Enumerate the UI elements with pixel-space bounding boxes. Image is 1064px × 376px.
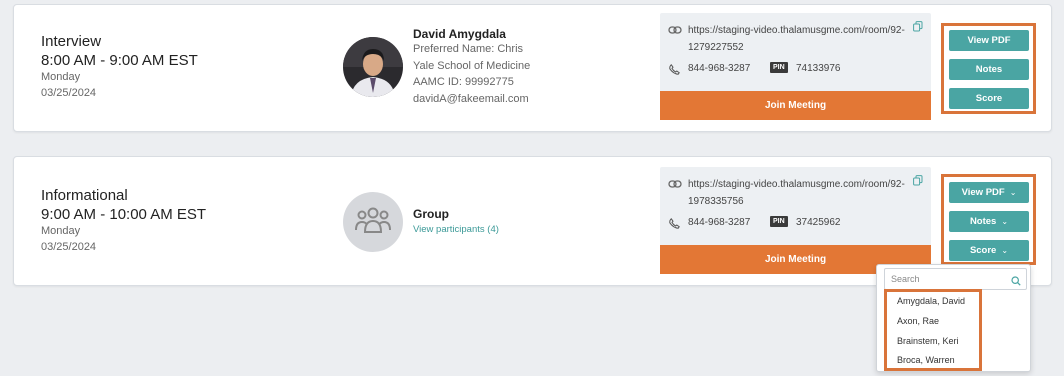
meeting-url[interactable]: https://staging-video.thalamusgme.com/ro… [688,176,908,210]
phone-icon [669,216,680,234]
copy-icon[interactable] [913,173,923,191]
meeting-phone: 844-968-3287 [688,63,751,74]
notes-label: Notes [969,216,997,227]
view-pdf-button[interactable]: View PDF [949,30,1029,51]
interview-type: Interview [41,33,102,50]
join-meeting-button[interactable]: Join Meeting [660,91,931,120]
score-button[interactable]: Score [949,88,1029,109]
participant-option[interactable]: Amygdala, David [897,296,965,306]
link-icon [668,176,682,194]
meeting-url[interactable]: https://staging-video.thalamusgme.com/ro… [688,22,908,56]
participant-option[interactable]: Axon, Rae [897,316,939,326]
participant-avatar [343,37,403,97]
action-buttons-highlight: View PDF Notes Score [941,23,1036,114]
phone-icon [669,62,680,80]
interview-time: 8:00 AM - 9:00 AM EST [41,52,198,69]
meeting-panel: https://staging-video.thalamusgme.com/ro… [660,167,931,274]
action-buttons-highlight: View PDF ⌄ Notes ⌄ Score ⌄ [941,174,1036,265]
participant-name: David Amygdala [413,27,506,41]
participant-option[interactable]: Brainstem, Keri [897,336,959,346]
chevron-down-icon: ⌄ [1009,188,1017,197]
view-pdf-label: View PDF [961,187,1005,198]
informational-date: 03/25/2024 [41,241,97,253]
participant-search-input[interactable] [884,268,1027,290]
meeting-pin: 74133976 [796,63,841,74]
informational-type: Informational [41,187,128,204]
preferred-name: Preferred Name: Chris [413,43,524,55]
pin-badge: PIN [770,216,788,227]
meeting-pin: 37425962 [796,217,841,228]
copy-icon[interactable] [913,19,923,37]
participant-option[interactable]: Broca, Warren [897,355,955,365]
meeting-phone: 844-968-3287 [688,217,751,228]
interview-date: 03/25/2024 [41,87,97,99]
search-icon [1011,273,1021,291]
view-pdf-button[interactable]: View PDF ⌄ [949,182,1029,203]
notes-button[interactable]: Notes [949,59,1029,80]
aamc-id: AAMC ID: 99992775 [413,76,514,88]
school-name: Yale School of Medicine [413,60,531,72]
score-label: Score [975,93,1003,104]
view-participants-link[interactable]: View participants (4) [413,224,499,235]
interview-card: Interview 8:00 AM - 9:00 AM EST Monday 0… [13,4,1052,132]
participant-list-highlight: Amygdala, David Axon, Rae Brainstem, Ker… [884,289,982,371]
interview-day: Monday [41,71,81,83]
link-icon [668,22,682,40]
informational-day: Monday [41,225,81,237]
group-icon [354,205,392,240]
participant-email: davidA@fakeemail.com [413,93,529,105]
chevron-down-icon: ⌄ [1001,217,1009,226]
informational-time: 9:00 AM - 10:00 AM EST [41,206,207,223]
pin-badge: PIN [770,62,788,73]
score-button[interactable]: Score ⌄ [949,240,1029,261]
notes-button[interactable]: Notes ⌄ [949,211,1029,232]
group-avatar [343,192,403,252]
score-label: Score [969,245,997,256]
chevron-down-icon: ⌄ [1001,246,1009,255]
group-label: Group [413,207,449,221]
meeting-panel: https://staging-video.thalamusgme.com/ro… [660,13,931,120]
notes-label: Notes [975,64,1003,75]
view-pdf-label: View PDF [967,35,1011,46]
score-dropdown: Amygdala, David Axon, Rae Brainstem, Ker… [876,264,1031,372]
